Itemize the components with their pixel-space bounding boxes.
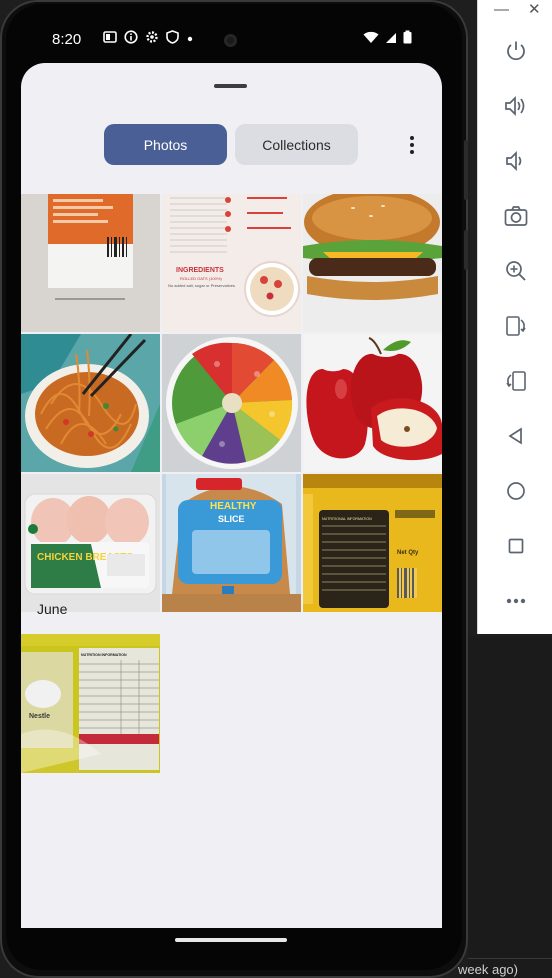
photo-text-nestle: Nestle: [29, 713, 50, 720]
photo-thumbnail-red-apples[interactable]: [303, 334, 442, 472]
status-icons: [103, 30, 194, 48]
photo-picker-sheet: Photos Collections INGREDIENTS ROLLED OA…: [21, 63, 442, 928]
gesture-nav-bar[interactable]: [175, 938, 287, 942]
front-camera: [224, 34, 237, 47]
photo-text-ingredients-note: No added salt, sugar or Preservatives: [168, 283, 235, 288]
shield-icon: [166, 30, 179, 48]
status-time: 8:20: [52, 31, 82, 48]
rotate-right-icon[interactable]: [500, 365, 532, 397]
back-icon[interactable]: [500, 420, 532, 452]
tab-photos[interactable]: Photos: [104, 124, 227, 165]
wifi-icon: [363, 31, 379, 49]
photo-thumbnail-rainbow-salad[interactable]: [162, 334, 301, 472]
settings-icon: [145, 30, 159, 48]
phone-power-button: [464, 230, 468, 270]
photo-text-bread-brand: HEALTHY: [210, 501, 257, 512]
desktop-partial-text: week ago): [458, 962, 518, 977]
photo-text-jar-info: NUTRITIONAL INFORMATION: [322, 517, 372, 521]
photo-text-ingredients: INGREDIENTS: [176, 267, 224, 274]
photo-thumbnail-nutrition-label[interactable]: [21, 194, 160, 332]
desktop-background: [468, 636, 552, 978]
photo-thumbnail-chicken-breasts[interactable]: CHICKEN BREASTS: [21, 474, 160, 612]
minimize-icon[interactable]: —: [494, 1, 509, 19]
close-icon[interactable]: ✕: [528, 1, 541, 19]
photo-thumbnail-yellow-jar[interactable]: NUTRITIONAL INFORMATION Net Qty: [303, 474, 442, 612]
volume-up-icon[interactable]: [500, 90, 532, 122]
photo-thumbnail-nestle-label[interactable]: Nestle NUTRITION INFORMATION: [21, 634, 160, 773]
photo-thumbnail-cheeseburger[interactable]: [303, 194, 442, 332]
rotate-left-icon[interactable]: [500, 310, 532, 342]
photo-text-bread-sub: SLICE: [218, 514, 245, 524]
photo-text-nestle-info: NUTRITION INFORMATION: [81, 653, 127, 657]
overview-icon[interactable]: [500, 530, 532, 562]
sheet-drag-handle[interactable]: [214, 84, 247, 88]
desktop-divider: [468, 958, 552, 959]
home-icon[interactable]: [500, 475, 532, 507]
signal-icon: [385, 31, 397, 49]
emulator-window-controls: — ✕: [478, 0, 552, 20]
more-icon[interactable]: [500, 585, 532, 617]
photo-text-jar-net: Net Qty: [397, 550, 419, 556]
photo-text-ingredients-sub: ROLLED OATS (100%): [180, 276, 222, 281]
more-options-icon[interactable]: [403, 133, 421, 157]
section-label-june: June: [37, 601, 68, 617]
zoom-icon[interactable]: [500, 255, 532, 287]
volume-down-icon[interactable]: [500, 145, 532, 177]
status-right-icons: [363, 30, 412, 49]
dot-icon: [186, 31, 194, 47]
notification-icon: [103, 31, 117, 47]
photo-thumbnail-noodles[interactable]: [21, 334, 160, 472]
emulator-toolbar: — ✕: [477, 0, 552, 634]
photo-thumbnail-healthy-bread[interactable]: HEALTHY SLICE: [162, 474, 301, 612]
tab-collections[interactable]: Collections: [235, 124, 358, 165]
phone-volume-button: [464, 140, 468, 200]
power-icon[interactable]: [500, 35, 532, 67]
battery-icon: [403, 30, 412, 49]
camera-icon[interactable]: [500, 200, 532, 232]
info-icon: [124, 30, 138, 48]
photo-thumbnail-ingredients-label[interactable]: INGREDIENTS ROLLED OATS (100%) No added …: [162, 194, 301, 332]
